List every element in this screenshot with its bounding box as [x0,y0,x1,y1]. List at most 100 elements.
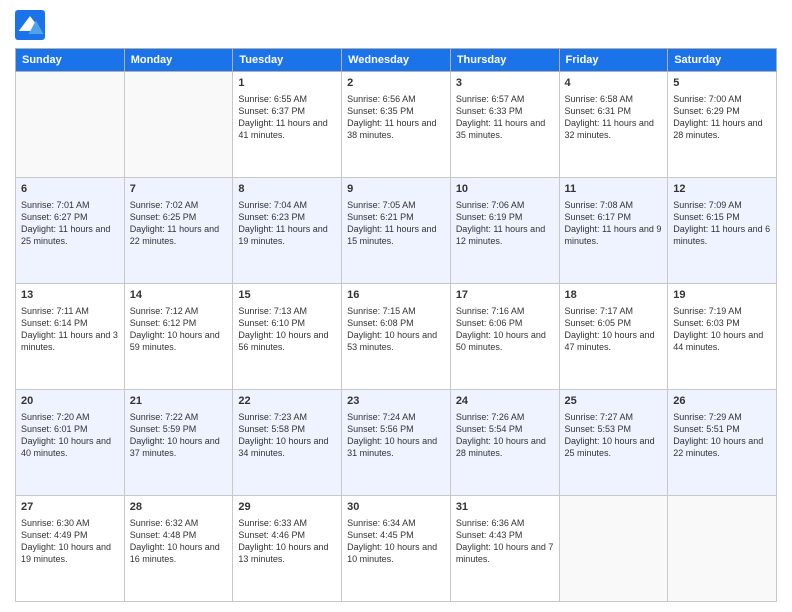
day-number: 29 [238,500,336,515]
weekday-header: Tuesday [233,49,342,72]
calendar-day-cell: 26Sunrise: 7:29 AMSunset: 5:51 PMDayligh… [668,390,777,496]
calendar-day-cell: 30 Sunrise: 6:34 AMSunset: 4:45 PMDayligh… [342,496,451,602]
day-number: 16 [347,288,445,303]
weekday-header: Sunday [16,49,125,72]
weekday-header: Saturday [668,49,777,72]
day-number: 21 [130,394,228,409]
day-number: 5 [673,76,771,91]
day-info: Sunrise: 7:24 AMSunset: 5:56 PMDaylight:… [347,411,445,460]
day-number: 27 [21,500,119,515]
day-number: 2 [347,76,445,91]
day-number: 31 [456,500,554,515]
logo [15,10,49,40]
day-info: Sunrise: 6:32 AMSunset: 4:48 PMDaylight:… [130,517,228,566]
calendar-day-cell: 8Sunrise: 7:04 AMSunset: 6:23 PMDaylight… [233,178,342,284]
day-info: Sunrise: 7:13 AMSunset: 6:10 PMDaylight:… [238,305,336,354]
day-number: 25 [565,394,663,409]
weekday-header: Wednesday [342,49,451,72]
calendar-day-cell: 13 Sunrise: 7:11 AMSunset: 6:14 PMDayligh… [16,284,125,390]
calendar-day-cell: 1 Sunrise: 6:55 AMSunset: 6:37 PMDaylight… [233,72,342,178]
day-number: 26 [673,394,771,409]
day-number: 7 [130,182,228,197]
day-info: Sunrise: 7:16 AMSunset: 6:06 PMDaylight:… [456,305,554,354]
day-info: Sunrise: 7:15 AMSunset: 6:08 PMDaylight:… [347,305,445,354]
calendar-day-cell: 12Sunrise: 7:09 AMSunset: 6:15 PMDayligh… [668,178,777,284]
calendar-day-cell: 18 Sunrise: 7:17 AMSunset: 6:05 PMDayligh… [559,284,668,390]
day-number: 18 [565,288,663,303]
calendar-header-row: SundayMondayTuesdayWednesdayThursdayFrid… [16,49,777,72]
calendar-day-cell: 2 Sunrise: 6:56 AMSunset: 6:35 PMDaylight… [342,72,451,178]
logo-icon [15,10,45,40]
day-info: Sunrise: 7:08 AMSunset: 6:17 PMDaylight:… [565,199,663,248]
calendar-day-cell: 11Sunrise: 7:08 AMSunset: 6:17 PMDayligh… [559,178,668,284]
calendar-day-cell: 31 Sunrise: 6:36 AMSunset: 4:43 PMDayligh… [450,496,559,602]
day-info: Sunrise: 7:22 AMSunset: 5:59 PMDaylight:… [130,411,228,460]
calendar-week-row: 13 Sunrise: 7:11 AMSunset: 6:14 PMDayligh… [16,284,777,390]
day-number: 17 [456,288,554,303]
day-info: Sunrise: 6:30 AMSunset: 4:49 PMDaylight:… [21,517,119,566]
calendar-day-cell: 6 Sunrise: 7:01 AMSunset: 6:27 PMDaylight… [16,178,125,284]
day-number: 4 [565,76,663,91]
weekday-header: Monday [124,49,233,72]
day-number: 10 [456,182,554,197]
day-number: 28 [130,500,228,515]
calendar-day-cell: 29 Sunrise: 6:33 AMSunset: 4:46 PMDayligh… [233,496,342,602]
day-number: 3 [456,76,554,91]
day-number: 24 [456,394,554,409]
calendar-day-cell: 7 Sunrise: 7:02 AMSunset: 6:25 PMDaylight… [124,178,233,284]
day-number: 23 [347,394,445,409]
day-info: Sunrise: 7:01 AMSunset: 6:27 PMDaylight:… [21,199,119,248]
day-info: Sunrise: 6:34 AMSunset: 4:45 PMDaylight:… [347,517,445,566]
day-info: Sunrise: 7:09 AMSunset: 6:15 PMDaylight:… [673,199,771,248]
day-info: Sunrise: 7:20 AMSunset: 6:01 PMDaylight:… [21,411,119,460]
day-info: Sunrise: 7:23 AMSunset: 5:58 PMDaylight:… [238,411,336,460]
day-number: 14 [130,288,228,303]
calendar-day-cell: 22 Sunrise: 7:23 AMSunset: 5:58 PMDayligh… [233,390,342,496]
day-number: 6 [21,182,119,197]
header [15,10,777,40]
day-info: Sunrise: 6:56 AMSunset: 6:35 PMDaylight:… [347,93,445,142]
day-number: 13 [21,288,119,303]
calendar-day-cell: 23 Sunrise: 7:24 AMSunset: 5:56 PMDayligh… [342,390,451,496]
calendar-day-cell: 21 Sunrise: 7:22 AMSunset: 5:59 PMDayligh… [124,390,233,496]
calendar-day-cell [559,496,668,602]
day-number: 30 [347,500,445,515]
day-number: 15 [238,288,336,303]
calendar-day-cell: 16 Sunrise: 7:15 AMSunset: 6:08 PMDayligh… [342,284,451,390]
day-number: 20 [21,394,119,409]
calendar-week-row: 20 Sunrise: 7:20 AMSunset: 6:01 PMDayligh… [16,390,777,496]
day-info: Sunrise: 6:58 AMSunset: 6:31 PMDaylight:… [565,93,663,142]
day-info: Sunrise: 7:02 AMSunset: 6:25 PMDaylight:… [130,199,228,248]
calendar-day-cell: 5 Sunrise: 7:00 AMSunset: 6:29 PMDaylight… [668,72,777,178]
day-info: Sunrise: 7:00 AMSunset: 6:29 PMDaylight:… [673,93,771,142]
page: SundayMondayTuesdayWednesdayThursdayFrid… [0,0,792,612]
calendar-day-cell: 4 Sunrise: 6:58 AMSunset: 6:31 PMDaylight… [559,72,668,178]
day-info: Sunrise: 7:17 AMSunset: 6:05 PMDaylight:… [565,305,663,354]
weekday-header: Thursday [450,49,559,72]
day-info: Sunrise: 7:19 AMSunset: 6:03 PMDaylight:… [673,305,771,354]
calendar-day-cell [124,72,233,178]
calendar-day-cell: 9 Sunrise: 7:05 AMSunset: 6:21 PMDaylight… [342,178,451,284]
calendar-day-cell [16,72,125,178]
calendar-day-cell [668,496,777,602]
calendar-day-cell: 27 Sunrise: 6:30 AMSunset: 4:49 PMDayligh… [16,496,125,602]
calendar-day-cell: 28 Sunrise: 6:32 AMSunset: 4:48 PMDayligh… [124,496,233,602]
weekday-header: Friday [559,49,668,72]
day-info: Sunrise: 6:57 AMSunset: 6:33 PMDaylight:… [456,93,554,142]
day-number: 9 [347,182,445,197]
day-number: 22 [238,394,336,409]
day-info: Sunrise: 6:55 AMSunset: 6:37 PMDaylight:… [238,93,336,142]
day-number: 1 [238,76,336,91]
day-info: Sunrise: 6:36 AMSunset: 4:43 PMDaylight:… [456,517,554,566]
calendar-day-cell: 15 Sunrise: 7:13 AMSunset: 6:10 PMDayligh… [233,284,342,390]
calendar-week-row: 27 Sunrise: 6:30 AMSunset: 4:49 PMDayligh… [16,496,777,602]
calendar-day-cell: 14Sunrise: 7:12 AMSunset: 6:12 PMDayligh… [124,284,233,390]
day-number: 19 [673,288,771,303]
day-info: Sunrise: 7:11 AMSunset: 6:14 PMDaylight:… [21,305,119,354]
calendar-day-cell: 3 Sunrise: 6:57 AMSunset: 6:33 PMDaylight… [450,72,559,178]
day-info: Sunrise: 7:26 AMSunset: 5:54 PMDaylight:… [456,411,554,460]
day-info: Sunrise: 6:33 AMSunset: 4:46 PMDaylight:… [238,517,336,566]
calendar-week-row: 6 Sunrise: 7:01 AMSunset: 6:27 PMDaylight… [16,178,777,284]
day-info: Sunrise: 7:05 AMSunset: 6:21 PMDaylight:… [347,199,445,248]
calendar-day-cell: 17 Sunrise: 7:16 AMSunset: 6:06 PMDayligh… [450,284,559,390]
